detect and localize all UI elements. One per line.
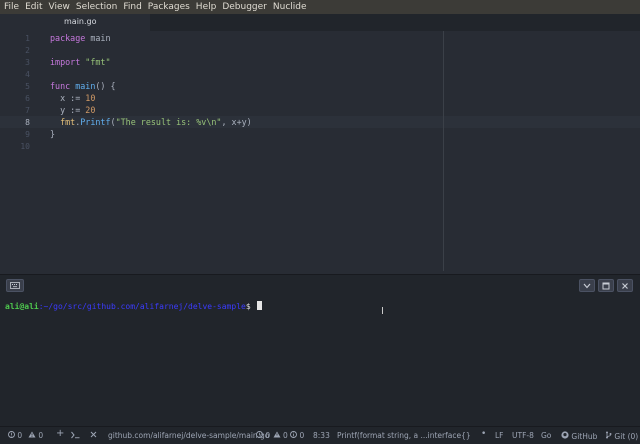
error-count: 0 [17, 431, 23, 440]
status-bar: 0 0 + github.com/alifarnej/delve-sample/… [0, 426, 640, 444]
token-plain: () { [95, 81, 116, 91]
code-line-9: } [50, 129, 55, 139]
warning-icon [273, 431, 281, 438]
token-string: "fmt" [80, 57, 111, 67]
github-button[interactable]: GitHub [561, 431, 597, 441]
line-number: 1 [25, 34, 30, 43]
code-line-5: func main() { [50, 81, 116, 91]
line-number-current: 8 [25, 118, 30, 127]
token-plain: x := [50, 93, 86, 103]
line-number: 6 [25, 94, 30, 103]
token-plain: } [50, 129, 56, 139]
menu-bar: File Edit View Selection Find Packages H… [0, 0, 640, 14]
tab-bar: main.go [0, 14, 640, 31]
token-package: fmt [50, 117, 76, 127]
line-ending[interactable]: LF [495, 431, 504, 440]
close-icon[interactable] [617, 279, 633, 292]
menu-help[interactable]: Help [193, 0, 220, 14]
grammar[interactable]: Go [541, 431, 551, 440]
token-keyword: func [50, 81, 71, 91]
add-icon[interactable]: + [56, 428, 64, 439]
code-editor[interactable]: 1 2 3 4 5 6 7 8 9 10 package main import… [0, 31, 640, 271]
tab-title: main.go [64, 17, 97, 26]
token-function: Printf [80, 117, 111, 127]
chevron-down-icon[interactable] [579, 279, 595, 292]
keyboard-icon[interactable] [6, 279, 24, 292]
wrap-guide [443, 31, 444, 271]
line-number: 10 [20, 142, 30, 151]
tab-main-go[interactable]: main.go [0, 14, 150, 31]
diag-warning-count: 0 [282, 431, 288, 440]
line-number: 9 [25, 130, 30, 139]
code-line-3: import "fmt" [50, 57, 111, 67]
diag-error-count: 0 [265, 431, 271, 440]
github-icon [561, 431, 569, 439]
git-branch-icon [606, 431, 612, 439]
token-plain: y := [50, 105, 86, 115]
error-circle-icon [256, 431, 263, 438]
code-line-7: y := 20 [50, 105, 95, 115]
code-line-8: fmt.Printf("The result is: %v\n", x+y) [50, 117, 252, 127]
token-keyword: package [50, 33, 86, 43]
token-string: "The result is: %v\n" [115, 117, 222, 127]
menu-find[interactable]: Find [120, 0, 144, 14]
line-number: 4 [25, 70, 30, 79]
info-icon [290, 431, 298, 438]
code-line-6: x := 10 [50, 93, 95, 103]
maximize-icon[interactable] [598, 279, 614, 292]
error-count-indicator[interactable]: 0 [8, 431, 22, 440]
encoding[interactable]: UTF-8 [512, 431, 534, 440]
menu-nuclide[interactable]: Nuclide [270, 0, 310, 14]
function-signature: Printf(format string, a ...interface{}) … [337, 431, 471, 440]
token-function: main [70, 81, 96, 91]
close-icon[interactable] [90, 431, 97, 440]
token-number: 10 [85, 93, 96, 103]
warning-icon [28, 431, 36, 438]
terminal-header [0, 274, 640, 296]
token-keyword: import [50, 57, 81, 67]
line-number: 3 [25, 58, 30, 67]
menu-packages[interactable]: Packages [145, 0, 193, 14]
menu-debugger[interactable]: Debugger [219, 0, 270, 14]
cursor-position[interactable]: 8:33 [313, 431, 330, 440]
prompt-user: ali@ali [5, 302, 39, 311]
mouse-ibeam-icon: I [381, 306, 384, 317]
line-number: 2 [25, 46, 30, 55]
menu-edit[interactable]: Edit [22, 0, 45, 14]
token-plain: , x+y) [221, 117, 252, 127]
git-button[interactable]: Git (0) [605, 431, 638, 441]
git-label: Git (0) [614, 432, 639, 441]
error-circle-icon [8, 431, 15, 438]
token-plain: main [85, 33, 111, 43]
code-line-1: package main [50, 33, 111, 43]
diag-info-count: 0 [299, 431, 305, 440]
terminal[interactable]: ali@ali:~/go/src/github.com/alifarnej/de… [0, 296, 640, 426]
menu-selection[interactable]: Selection [73, 0, 120, 14]
terminal-prompt: ali@ali:~/go/src/github.com/alifarnej/de… [5, 301, 263, 311]
terminal-cursor [257, 301, 263, 310]
github-label: GitHub [571, 432, 598, 441]
prompt-path: :~/go/src/github.com/alifarnej/delve-sam… [38, 302, 246, 311]
menu-file[interactable]: File [0, 0, 22, 14]
line-number: 7 [25, 106, 30, 115]
terminal-icon[interactable] [71, 431, 80, 441]
prompt-dollar: $ [245, 302, 256, 311]
diagnostics-indicator[interactable]: 0 0 0 [256, 431, 304, 440]
token-number: 20 [85, 105, 96, 115]
warning-count-indicator[interactable]: 0 [28, 431, 43, 440]
file-path[interactable]: github.com/alifarnej/delve-sample/main.g… [108, 431, 269, 440]
warning-count: 0 [38, 431, 44, 440]
line-number: 5 [25, 82, 30, 91]
bullet-icon: • [481, 429, 487, 439]
menu-view[interactable]: View [46, 0, 73, 14]
